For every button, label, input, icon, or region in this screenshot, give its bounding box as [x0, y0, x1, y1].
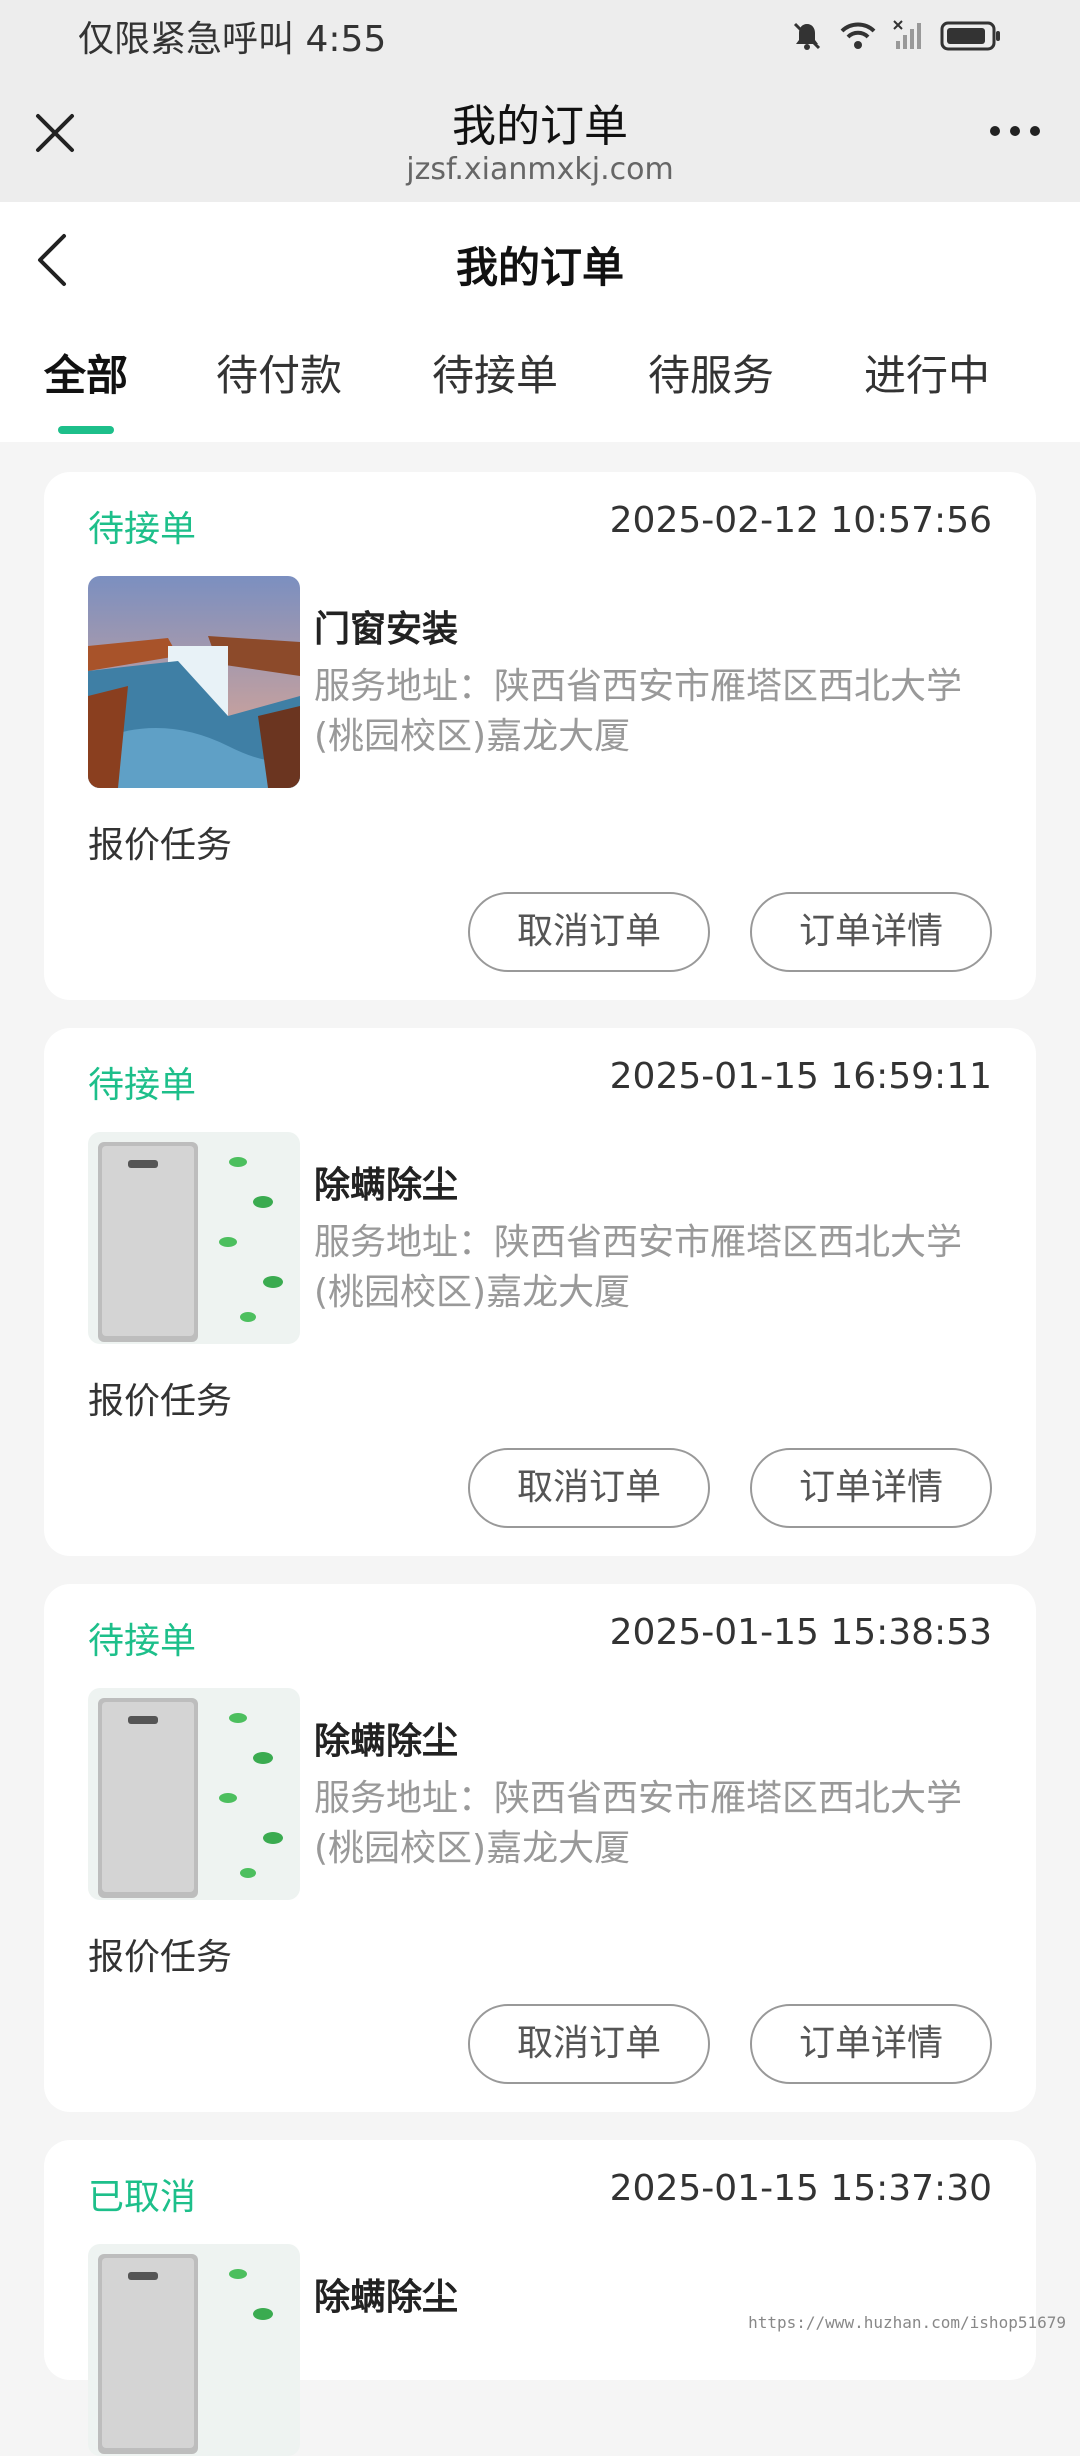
order-card[interactable]: 已取消 2025-01-15 15:37:30 除螨除尘 [44, 2140, 1036, 2380]
order-time: 2025-01-15 16:59:11 [610, 1056, 992, 1097]
order-card[interactable]: 待接单 2025-01-15 16:59:11 除螨除尘 服务地址：陕西省西安市… [44, 1028, 1036, 1556]
webview-bar: 我的订单 jzsf.xianmxkj.com [0, 72, 1080, 202]
order-status: 待接单 [88, 1056, 196, 1108]
service-name: 除螨除尘 [314, 2268, 458, 2320]
task-type: 报价任务 [88, 816, 232, 868]
service-image [88, 1132, 300, 1344]
service-image [88, 1688, 300, 1900]
task-type: 报价任务 [88, 1928, 232, 1980]
tab-pending-accept[interactable]: 待接单 [432, 342, 558, 403]
status-bar: 仅限紧急呼叫 4:55 [0, 0, 1080, 72]
status-icons [790, 19, 1002, 53]
tab-all[interactable]: 全部 [44, 342, 128, 403]
bell-muted-icon [790, 19, 824, 53]
active-tab-indicator [58, 426, 114, 434]
battery-icon [940, 19, 1002, 53]
service-name: 门窗安装 [314, 600, 458, 652]
webview-title: 我的订单 [0, 90, 1080, 154]
tab-in-progress[interactable]: 进行中 [864, 342, 990, 403]
order-status: 已取消 [88, 2168, 196, 2220]
order-time: 2025-01-15 15:38:53 [610, 1612, 992, 1653]
cancel-order-button[interactable]: 取消订单 [468, 2004, 710, 2084]
page-title: 我的订单 [0, 234, 1080, 295]
status-bar-text: 仅限紧急呼叫 4:55 [78, 10, 386, 62]
order-card[interactable]: 待接单 2025-01-15 15:38:53 除螨除尘 服务地址：陕西省西安市… [44, 1584, 1036, 2112]
watermark: https://www.huzhan.com/ishop51679 [748, 2313, 1066, 2332]
service-address: 服务地址：陕西省西安市雁塔区西北大学(桃园校区)嘉龙大厦 [314, 1774, 994, 1874]
order-detail-button[interactable]: 订单详情 [750, 1448, 992, 1528]
service-address: 服务地址：陕西省西安市雁塔区西北大学(桃园校区)嘉龙大厦 [314, 662, 994, 762]
wifi-icon [838, 19, 878, 53]
more-icon[interactable] [990, 126, 1040, 136]
webview-url: jzsf.xianmxkj.com [0, 152, 1080, 187]
order-tabs: 全部 待付款 待接单 待服务 进行中 [0, 342, 1080, 442]
service-address: 服务地址：陕西省西安市雁塔区西北大学(桃园校区)嘉龙大厦 [314, 1218, 994, 1318]
order-time: 2025-02-12 10:57:56 [610, 500, 992, 541]
order-status: 待接单 [88, 1612, 196, 1664]
tab-pending-payment[interactable]: 待付款 [216, 342, 342, 403]
signal-icon [892, 19, 926, 53]
app-header: 我的订单 全部 待付款 待接单 待服务 进行中 [0, 202, 1080, 442]
cancel-order-button[interactable]: 取消订单 [468, 1448, 710, 1528]
task-type: 报价任务 [88, 1372, 232, 1424]
service-name: 除螨除尘 [314, 1156, 458, 1208]
service-name: 除螨除尘 [314, 1712, 458, 1764]
order-time: 2025-01-15 15:37:30 [610, 2168, 992, 2209]
order-detail-button[interactable]: 订单详情 [750, 892, 992, 972]
cancel-order-button[interactable]: 取消订单 [468, 892, 710, 972]
tab-pending-service[interactable]: 待服务 [648, 342, 774, 403]
order-status: 待接单 [88, 500, 196, 552]
order-card[interactable]: 待接单 2025-02-12 10:57:56 门窗安装 服务地址：陕西省西安市… [44, 472, 1036, 1000]
service-image [88, 2244, 300, 2456]
order-detail-button[interactable]: 订单详情 [750, 2004, 992, 2084]
service-image [88, 576, 300, 788]
